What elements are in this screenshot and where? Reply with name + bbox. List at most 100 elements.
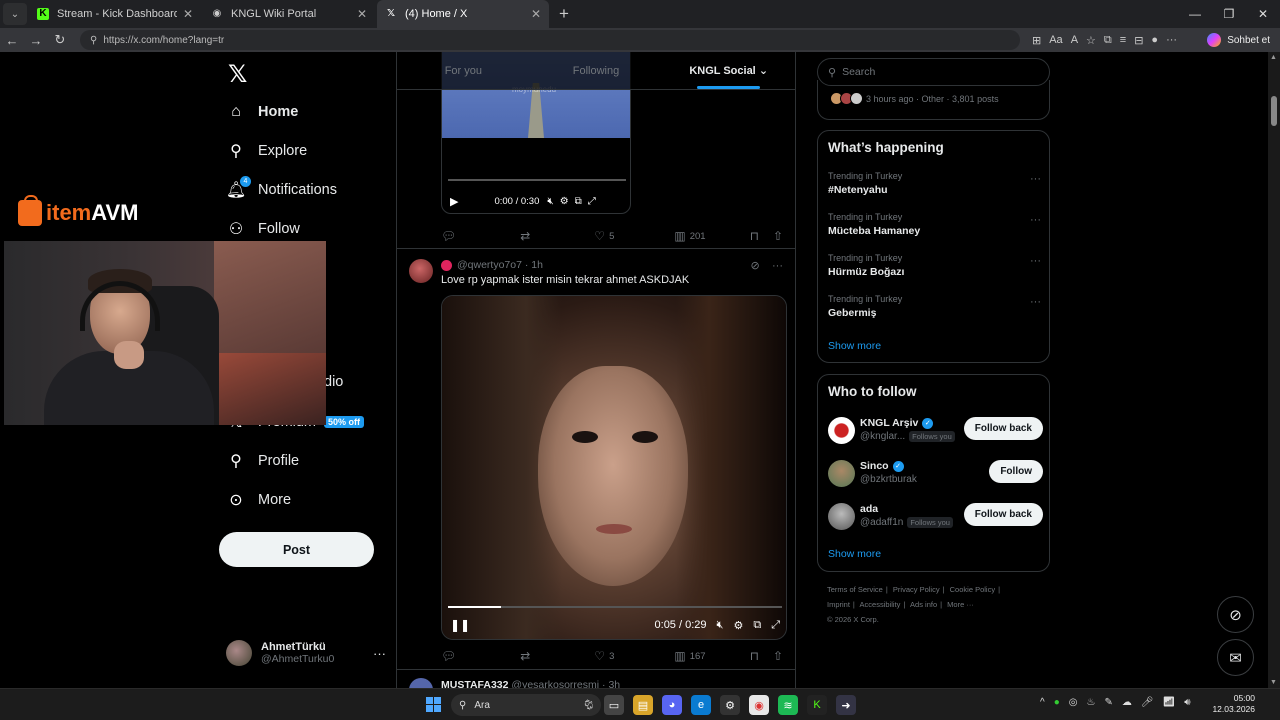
translate-icon[interactable]: Aa xyxy=(1049,34,1062,47)
footer-link[interactable]: Privacy Policy xyxy=(893,585,940,594)
pip-icon[interactable]: ⧉ xyxy=(753,619,761,632)
grok-icon[interactable]: ⊘ xyxy=(751,260,760,272)
post-button[interactable]: Post xyxy=(219,532,374,567)
profile-avatar-icon[interactable]: ● xyxy=(1151,34,1158,47)
page-scrollbar[interactable]: ▲ ▼ xyxy=(1268,52,1280,688)
play-icon[interactable]: ▶ xyxy=(450,195,458,208)
more-dots-icon[interactable]: ··· xyxy=(1030,296,1041,308)
trend-item[interactable]: Trending in Turkey Gebermiş ··· xyxy=(828,294,1043,319)
tab-kngl-wiki[interactable]: ◉ KNGL Wiki Portal ✕ xyxy=(203,0,375,28)
status-dot-icon[interactable]: ● xyxy=(1054,697,1060,708)
fullscreen-icon[interactable]: ⤢ xyxy=(588,196,596,207)
avatar[interactable] xyxy=(409,259,433,283)
fullscreen-icon[interactable]: ⤢ xyxy=(771,619,780,632)
tray-app-icon[interactable]: ◎ xyxy=(1069,697,1078,708)
more-dots-icon[interactable]: ··· xyxy=(772,260,783,272)
settings-gear-icon[interactable]: ⚙ xyxy=(560,196,569,207)
bookmark-button[interactable]: ⊓ xyxy=(750,649,763,663)
task-view-icon[interactable]: ▭ xyxy=(604,695,624,715)
scroll-up-icon[interactable]: ▲ xyxy=(1270,54,1277,61)
reply-button[interactable]: 💬︎ xyxy=(441,649,460,663)
like-button[interactable]: ♡ 5 xyxy=(594,229,614,243)
follow-suggestion[interactable]: ada @adaff1n Follows you Follow back xyxy=(828,501,1043,533)
nav-explore[interactable]: ⚲ Explore xyxy=(226,141,307,161)
tab-for-you[interactable]: For you xyxy=(397,52,530,89)
trend-item[interactable]: Trending in Turkey #Netenyahu ··· xyxy=(828,171,1043,196)
more-dots-icon[interactable]: ··· xyxy=(373,646,386,661)
settings-gear-icon[interactable]: ⚙ xyxy=(733,619,743,632)
bookmark-button[interactable]: ⊓ xyxy=(750,229,763,243)
kick-icon[interactable]: K xyxy=(807,695,827,715)
footer-link[interactable]: Cookie Policy xyxy=(950,585,995,594)
nav-more[interactable]: ⊙ More xyxy=(226,490,291,510)
read-aloud-icon[interactable]: A xyxy=(1071,34,1078,47)
follow-button[interactable]: Follow xyxy=(989,460,1043,483)
post-author[interactable]: MUSTAFA332 xyxy=(441,679,509,688)
back-icon[interactable]: ← xyxy=(0,33,24,48)
reply-button[interactable]: 💬︎ xyxy=(441,229,460,243)
tab-actions-menu[interactable]: ⌄ xyxy=(3,3,27,25)
avatar[interactable] xyxy=(409,678,433,688)
footer-link[interactable]: Terms of Service xyxy=(827,585,883,594)
share-button[interactable]: ⇧ xyxy=(773,229,787,243)
nav-follow[interactable]: ⚇ Follow xyxy=(226,219,300,239)
show-more-link[interactable]: Show more xyxy=(828,548,881,560)
copilot-chat-button[interactable]: Sohbet et xyxy=(1207,33,1270,47)
account-switcher[interactable]: AhmetTürkü @AhmetTurku0 ··· xyxy=(226,640,386,666)
more-dots-icon[interactable]: ··· xyxy=(1030,173,1041,185)
extensions-icon[interactable]: ⧉ xyxy=(1104,34,1112,47)
volume-icon[interactable]: 🔊︎ xyxy=(1184,697,1190,708)
tray-app-icon[interactable]: ☁ xyxy=(1122,697,1132,708)
live-event-card[interactable]: 3 hours ago · Other · 3,801 posts xyxy=(817,80,1050,120)
reload-icon[interactable]: ↻ xyxy=(48,32,72,48)
apps-icon[interactable]: ⊞ xyxy=(1032,34,1041,47)
close-icon[interactable]: ✕ xyxy=(531,7,541,21)
new-tab-button[interactable]: + xyxy=(559,4,569,24)
discord-icon[interactable]: ◕ xyxy=(662,695,682,715)
spotify-icon[interactable]: ≋ xyxy=(778,695,798,715)
tab-kngl-social[interactable]: KNGL Social ⌄ xyxy=(662,52,795,89)
url-field[interactable]: ⚲ https://x.com/home?lang=tr xyxy=(80,30,1020,50)
repost-button[interactable]: ⇄ xyxy=(520,229,534,243)
footer-link[interactable]: Ads info xyxy=(910,600,937,609)
follow-suggestion[interactable]: Sinco ✓ @bzkrtburak Follow xyxy=(828,458,1043,490)
follow-suggestion[interactable]: KNGL Arşiv ✓ @knglar... Follows you Follow… xyxy=(828,415,1043,447)
close-window-icon[interactable]: ✕ xyxy=(1246,0,1280,28)
messages-button[interactable]: ✉ xyxy=(1217,639,1254,676)
forward-icon[interactable]: → xyxy=(24,33,48,48)
wifi-icon[interactable]: 📶︎ xyxy=(1163,697,1176,708)
video-player[interactable]: ❚❚ 0:05 / 0:29 🔇︎ ⚙ ⧉ ⤢ xyxy=(441,295,787,640)
tab-following[interactable]: Following xyxy=(530,52,663,89)
footer-link[interactable]: More ··· xyxy=(947,600,974,609)
app-icon[interactable]: ➜ xyxy=(836,695,856,715)
more-dots-icon[interactable]: ··· xyxy=(1030,214,1041,226)
more-dots-icon[interactable]: ··· xyxy=(1030,255,1041,267)
post-age[interactable]: 1h xyxy=(531,259,543,271)
nav-audio-partial[interactable]: dio xyxy=(324,374,343,390)
steam-icon[interactable]: ♨ xyxy=(1086,697,1095,708)
search-input[interactable]: ⚲ Search xyxy=(817,58,1050,86)
edge-icon[interactable]: e xyxy=(691,695,711,715)
microphone-icon[interactable]: 🎤︎ xyxy=(1141,697,1154,708)
collections-icon[interactable]: ≡ xyxy=(1120,34,1126,47)
close-icon[interactable]: ✕ xyxy=(183,7,193,21)
settings-more-icon[interactable]: ··· xyxy=(1166,34,1177,47)
trend-item[interactable]: Trending in Turkey Hürmüz Boğazı ··· xyxy=(828,253,1043,278)
pause-icon[interactable]: ❚❚ xyxy=(450,618,470,632)
nav-home[interactable]: ⌂ Home xyxy=(226,102,298,122)
views-button[interactable]: ▥ 201 xyxy=(674,229,705,243)
post-handle[interactable]: @qwertyo7o7 xyxy=(457,259,522,271)
split-screen-icon[interactable]: ⊟ xyxy=(1134,34,1143,47)
volume-mute-icon[interactable]: 🔇︎ xyxy=(547,196,553,207)
like-button[interactable]: ♡ 3 xyxy=(594,649,614,663)
tab-kick-dashboard[interactable]: K Stream - Kick Dashboard ✕ xyxy=(29,0,201,28)
tab-x-home[interactable]: 𝕏 (4) Home / X ✕ xyxy=(377,0,549,28)
close-icon[interactable]: ✕ xyxy=(357,7,367,21)
scroll-down-icon[interactable]: ▼ xyxy=(1270,679,1277,686)
file-explorer-icon[interactable]: ▤ xyxy=(633,695,653,715)
post-handle[interactable]: @yesarkosorresmi xyxy=(511,679,599,688)
nav-profile[interactable]: ⚲ Profile xyxy=(226,451,299,471)
site-info-icon[interactable]: ⚲ xyxy=(90,35,97,46)
volume-mute-icon[interactable]: 🔇︎ xyxy=(717,619,724,632)
video-progress-bar[interactable] xyxy=(448,606,782,608)
